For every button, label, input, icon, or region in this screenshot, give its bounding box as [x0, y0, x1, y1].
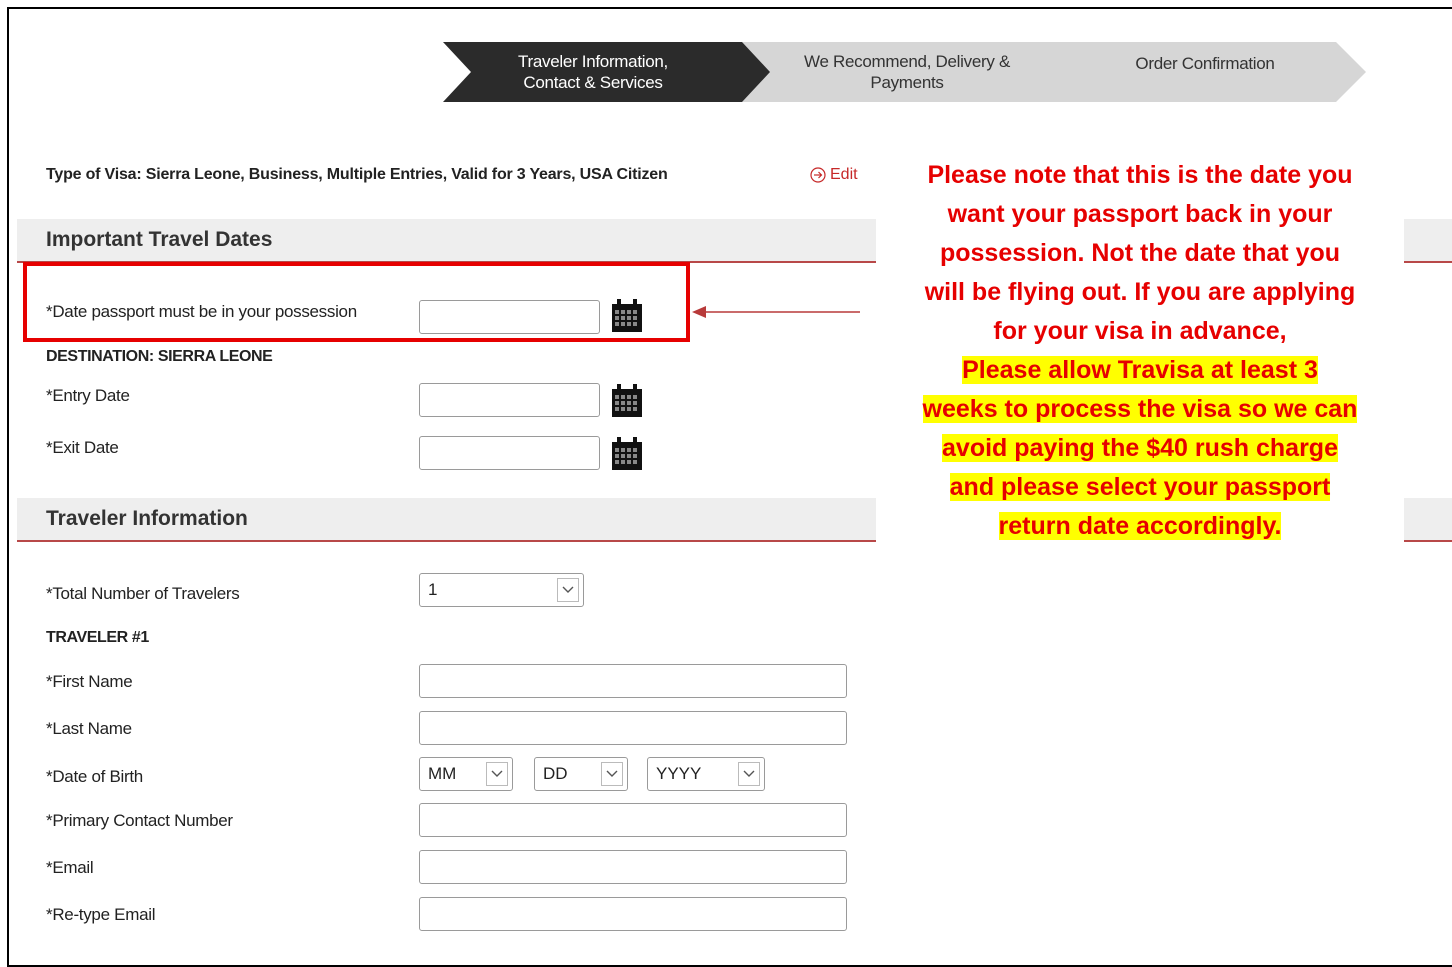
highlight-line: weeks to process the visa so we can	[922, 395, 1358, 423]
last-name-input[interactable]	[419, 711, 847, 745]
total-travelers-label: *Total Number of Travelers	[46, 584, 240, 603]
chevron-down-icon	[738, 762, 760, 786]
entry-date-input[interactable]	[419, 383, 600, 417]
step-label: We Recommend, Delivery & Payments	[804, 52, 1010, 92]
step-label: Order Confirmation	[1135, 54, 1275, 73]
highlight-line: and please select your passport	[949, 473, 1331, 501]
phone-label: *Primary Contact Number	[46, 811, 233, 830]
email-input[interactable]	[419, 850, 847, 884]
chevron-down-icon	[601, 762, 623, 786]
visa-type-text: Type of Visa: Sierra Leone, Business, Mu…	[46, 166, 668, 183]
chevron-down-icon	[557, 578, 579, 602]
note-line: possession. Not the date that you	[939, 239, 1341, 267]
highlight-line: avoid paying the $40 rush charge	[942, 434, 1338, 462]
last-name-label: *Last Name	[46, 719, 132, 738]
calendar-icon[interactable]	[609, 298, 645, 334]
total-travelers-select[interactable]: 1	[419, 573, 584, 607]
edit-label: Edit	[830, 166, 858, 183]
section-title: Important Travel Dates	[46, 228, 273, 251]
exit-date-label: *Exit Date	[46, 438, 119, 457]
annotation-arrow	[692, 306, 860, 318]
select-value: MM	[428, 764, 457, 783]
edit-visa-link[interactable]: Edit	[810, 166, 858, 184]
highlight-line: Please allow Travisa at least 3	[962, 356, 1318, 384]
traveler-1-heading: TRAVELER #1	[46, 629, 149, 646]
passport-date-label: *Date passport must be in your possessio…	[46, 302, 357, 321]
calendar-icon[interactable]	[609, 436, 645, 472]
step-order-confirmation[interactable]: Order Confirmation	[1040, 42, 1366, 102]
first-name-input[interactable]	[419, 664, 847, 698]
retype-email-label: *Re-type Email	[46, 905, 156, 924]
select-value: 1	[428, 580, 438, 599]
phone-input[interactable]	[419, 803, 847, 837]
step-traveler-information[interactable]: Traveler Information, Contact & Services	[443, 42, 773, 102]
select-value: DD	[543, 764, 568, 783]
step-label: Traveler Information, Contact & Services	[518, 52, 668, 92]
note-line: want your passport back in your	[947, 200, 1333, 228]
dob-label: *Date of Birth	[46, 767, 143, 786]
email-label: *Email	[46, 858, 94, 877]
section-title: Traveler Information	[46, 507, 248, 530]
dob-day-select[interactable]: DD	[534, 757, 628, 791]
select-value: YYYY	[656, 764, 702, 783]
exit-date-input[interactable]	[419, 436, 600, 470]
entry-date-label: *Entry Date	[46, 386, 130, 405]
first-name-label: *First Name	[46, 672, 133, 691]
calendar-icon[interactable]	[609, 383, 645, 419]
arrow-circle-right-icon	[810, 167, 826, 183]
passport-date-input[interactable]	[419, 300, 600, 334]
retype-email-input[interactable]	[419, 897, 847, 931]
dob-year-select[interactable]: YYYY	[647, 757, 765, 791]
dob-month-select[interactable]: MM	[419, 757, 513, 791]
note-line: Please note that this is the date you	[927, 161, 1353, 189]
destination-heading: DESTINATION: SIERRA LEONE	[46, 348, 273, 365]
note-line: will be flying out. If you are applying	[924, 278, 1356, 306]
chevron-down-icon	[486, 762, 508, 786]
step-recommend-delivery-payments[interactable]: We Recommend, Delivery & Payments	[742, 42, 1072, 102]
annotation-note: Please note that this is the date you wa…	[876, 152, 1404, 552]
highlight-line: return date accordingly.	[998, 512, 1282, 540]
note-line: for your visa in advance,	[993, 317, 1287, 345]
